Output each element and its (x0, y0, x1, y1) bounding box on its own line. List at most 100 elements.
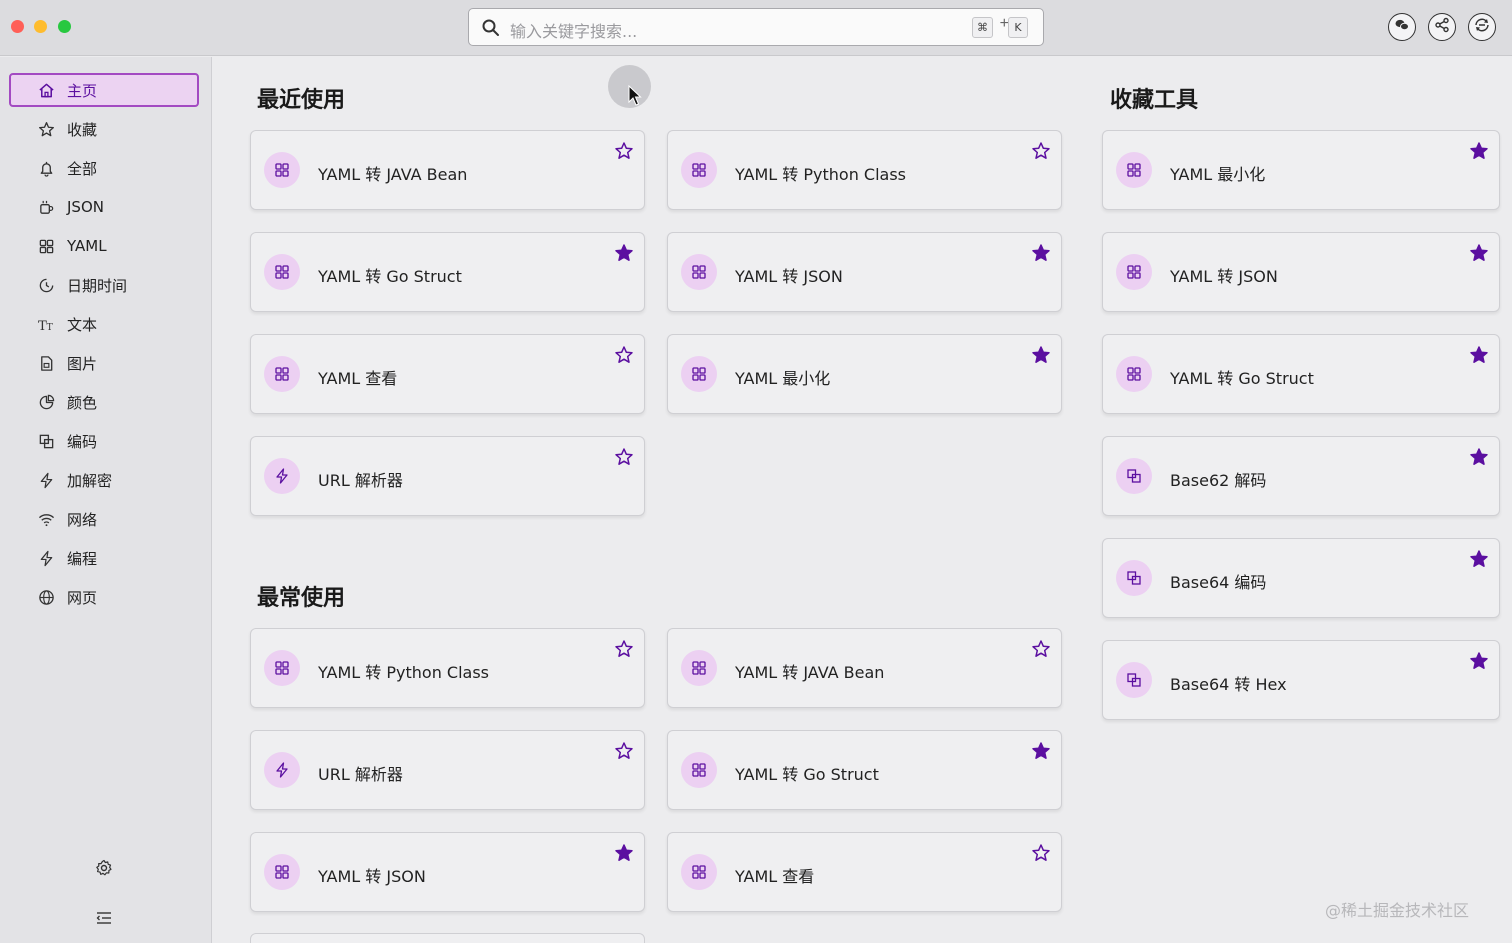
star-outline-icon[interactable] (614, 639, 634, 659)
sidebar-item-color[interactable]: 颜色 (9, 385, 199, 419)
tool-card[interactable]: URL 解析器 (250, 730, 645, 810)
tool-card-label: YAML 转 JAVA Bean (735, 663, 885, 682)
tool-card-label: YAML 转 Go Struct (318, 267, 462, 286)
sidebar-item-json[interactable]: JSON (9, 190, 199, 224)
mouse-cursor (628, 84, 642, 107)
tool-card-label: YAML 转 Go Struct (1170, 369, 1314, 388)
star-outline-icon[interactable] (1031, 141, 1051, 161)
grid-icon (264, 356, 300, 392)
menu-collapse-icon (95, 909, 113, 932)
grid-icon (1116, 152, 1152, 188)
sidebar-item-label: 主页 (67, 81, 98, 100)
tool-card[interactable]: YAML 转 JSON (667, 232, 1062, 312)
star-filled-icon[interactable] (614, 243, 634, 263)
wechat-button[interactable] (1388, 13, 1416, 41)
sidebar-item-favorites[interactable]: 收藏 (9, 112, 199, 146)
sidebar-item-encode[interactable]: 编码 (9, 424, 199, 458)
star-filled-icon[interactable] (1031, 243, 1051, 263)
star-icon (37, 120, 55, 138)
star-outline-icon[interactable] (1031, 639, 1051, 659)
sidebar-item-all[interactable]: 全部 (9, 151, 199, 185)
grid-icon (264, 650, 300, 686)
star-filled-icon[interactable] (614, 843, 634, 863)
bolt-icon (37, 471, 55, 489)
search-input[interactable]: 输入关键字搜索... ⌘ + K (468, 8, 1044, 46)
tool-card-label: YAML 转 Go Struct (735, 765, 879, 784)
home-icon (37, 81, 55, 99)
shortcut-key-k: K (1008, 17, 1028, 38)
star-filled-icon[interactable] (1469, 345, 1489, 365)
tool-card[interactable]: YAML 转 Go Struct (667, 730, 1062, 810)
star-outline-icon[interactable] (1031, 843, 1051, 863)
tool-card[interactable]: YAML 转 JSON (250, 832, 645, 912)
sidebar-item-label: 全部 (67, 159, 98, 178)
star-filled-icon[interactable] (1469, 447, 1489, 467)
share-button[interactable] (1428, 13, 1456, 41)
tool-card[interactable]: YAML 转 JAVA Bean (667, 628, 1062, 708)
sidebar-item-programming[interactable]: 编程 (9, 541, 199, 575)
wechat-icon (1394, 17, 1410, 38)
sidebar-item-label: 编程 (67, 549, 98, 568)
tool-card-label: YAML 最小化 (1170, 165, 1266, 184)
sidebar-item-crypto[interactable]: 加解密 (9, 463, 199, 497)
settings-button[interactable] (93, 859, 115, 881)
tool-card[interactable]: URL 解析器 (250, 436, 645, 516)
tool-card[interactable]: YAML 转 Python Class (667, 130, 1062, 210)
star-filled-icon[interactable] (1469, 141, 1489, 161)
tool-card[interactable]: YAML 查看 (250, 334, 645, 414)
tool-card[interactable]: YAML 最小化 (667, 334, 1062, 414)
shortcut-key-cmd: ⌘ (972, 17, 993, 38)
search-placeholder: 输入关键字搜索... (510, 22, 638, 41)
tool-card[interactable]: YAML 转 JSON (1102, 232, 1500, 312)
sidebar-item-label: JSON (67, 198, 104, 216)
sidebar-item-yaml[interactable]: YAML (9, 229, 199, 263)
sidebar: 主页 收藏 全部 JSON YAML 日期时间 TT 文本 图片 颜色 编码 加… (0, 57, 212, 943)
zoom-window-button[interactable] (58, 20, 71, 33)
sync-button[interactable] (1468, 13, 1496, 41)
sidebar-item-text[interactable]: TT 文本 (9, 307, 199, 341)
collapse-sidebar-button[interactable] (93, 909, 115, 931)
tool-card-partial[interactable] (250, 933, 645, 943)
sidebar-item-label: 图片 (67, 354, 98, 373)
share-icon (1434, 17, 1450, 38)
star-filled-icon[interactable] (1469, 651, 1489, 671)
tool-card[interactable]: YAML 转 JAVA Bean (250, 130, 645, 210)
tool-card[interactable]: YAML 最小化 (1102, 130, 1500, 210)
tool-card[interactable]: Base64 转 Hex (1102, 640, 1500, 720)
settings-icon (95, 859, 113, 882)
minimize-window-button[interactable] (34, 20, 47, 33)
sidebar-item-image[interactable]: 图片 (9, 346, 199, 380)
sidebar-item-label: 加解密 (67, 471, 113, 490)
grid-icon (264, 152, 300, 188)
tool-card[interactable]: YAML 查看 (667, 832, 1062, 912)
tool-card-label: YAML 查看 (318, 369, 398, 388)
bolt-icon (264, 458, 300, 494)
star-outline-icon[interactable] (614, 741, 634, 761)
close-window-button[interactable] (11, 20, 24, 33)
star-outline-icon[interactable] (614, 141, 634, 161)
sidebar-item-network[interactable]: 网络 (9, 502, 199, 536)
grid-icon (681, 152, 717, 188)
star-outline-icon[interactable] (614, 447, 634, 467)
recent-section-title: 最近使用 (257, 88, 346, 113)
star-outline-icon[interactable] (614, 345, 634, 365)
tool-card[interactable]: YAML 转 Go Struct (250, 232, 645, 312)
wifi-icon (37, 510, 55, 528)
tool-card-label: Base64 编码 (1170, 573, 1267, 592)
sidebar-item-home[interactable]: 主页 (9, 73, 199, 107)
star-filled-icon[interactable] (1031, 345, 1051, 365)
tool-card[interactable]: Base62 解码 (1102, 436, 1500, 516)
tool-card[interactable]: YAML 转 Python Class (250, 628, 645, 708)
star-filled-icon[interactable] (1031, 741, 1051, 761)
sidebar-item-datetime[interactable]: 日期时间 (9, 268, 199, 302)
copy-icon (1116, 560, 1152, 596)
grid-icon (681, 752, 717, 788)
sidebar-item-label: 编码 (67, 432, 98, 451)
sidebar-item-web[interactable]: 网页 (9, 580, 199, 614)
grid-icon (681, 854, 717, 890)
star-filled-icon[interactable] (1469, 243, 1489, 263)
cup-icon (37, 198, 55, 216)
tool-card[interactable]: Base64 编码 (1102, 538, 1500, 618)
tool-card[interactable]: YAML 转 Go Struct (1102, 334, 1500, 414)
star-filled-icon[interactable] (1469, 549, 1489, 569)
